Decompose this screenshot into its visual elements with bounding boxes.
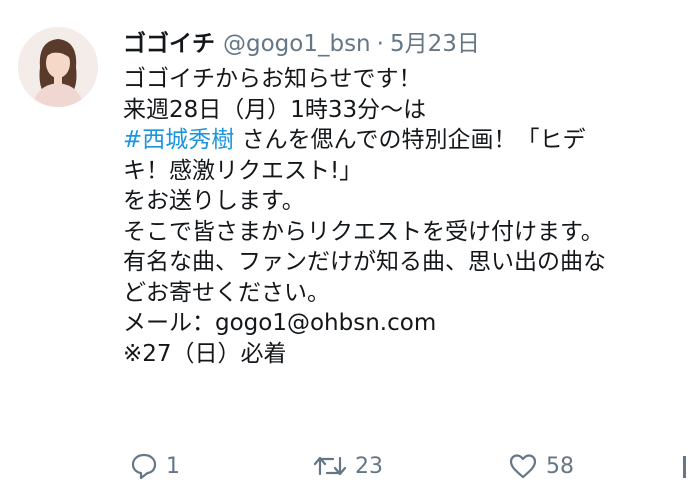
reply-button[interactable]: 1	[130, 449, 180, 483]
tweet-line: キ！感激リクエスト!」	[123, 157, 363, 184]
tweet-line: 有名な曲、ファンだけが知る曲、思い出の曲な	[123, 249, 606, 275]
hashtag-link[interactable]: #西城秀樹	[123, 127, 234, 153]
avatar[interactable]	[18, 27, 98, 107]
separator-dot: ·	[376, 31, 384, 57]
reply-count: 1	[166, 453, 180, 479]
share-icon[interactable]	[683, 456, 686, 478]
tweet-line: メール：gogo1@ohbsn.com	[123, 310, 437, 336]
display-name[interactable]: ゴゴイチ	[123, 31, 215, 57]
tweet-header: ゴゴイチ @gogo1_bsn · 5月23日	[123, 26, 480, 62]
tweet-date[interactable]: 5月23日	[390, 31, 480, 57]
tweet-line: ゴゴイチからお知らせです！	[123, 66, 422, 92]
retweet-button[interactable]: 23	[313, 449, 383, 483]
tweet-line: をお送りします。	[123, 188, 305, 214]
tweet-line: そこで皆さまからリクエストを受け付けます。	[123, 218, 604, 245]
tweet-line: どお寄せください。	[123, 279, 330, 306]
tweet-line-text: さんを偲んでの特別企画！「ヒデ	[234, 127, 586, 153]
like-count: 58	[546, 453, 574, 479]
tweet-line: ※27（日）必着	[123, 340, 287, 367]
like-button[interactable]: 58	[508, 449, 574, 483]
heart-icon	[508, 452, 546, 480]
retweet-icon	[313, 452, 355, 480]
tweet-text: ゴゴイチからお知らせです！ 来週28日（月）1時33分～は #西城秀樹 さんを偲…	[123, 64, 698, 369]
reply-icon	[130, 452, 166, 480]
retweet-count: 23	[355, 453, 383, 479]
user-handle[interactable]: @gogo1_bsn	[223, 31, 371, 57]
tweet: ゴゴイチ @gogo1_bsn · 5月23日 ゴゴイチからお知らせです！ 来週28日…	[0, 0, 698, 483]
tweet-line: #西城秀樹 さんを偲んでの特別企画！「ヒデ	[123, 125, 698, 156]
tweet-line: 来週28日（月）1時33分～は	[123, 96, 427, 123]
